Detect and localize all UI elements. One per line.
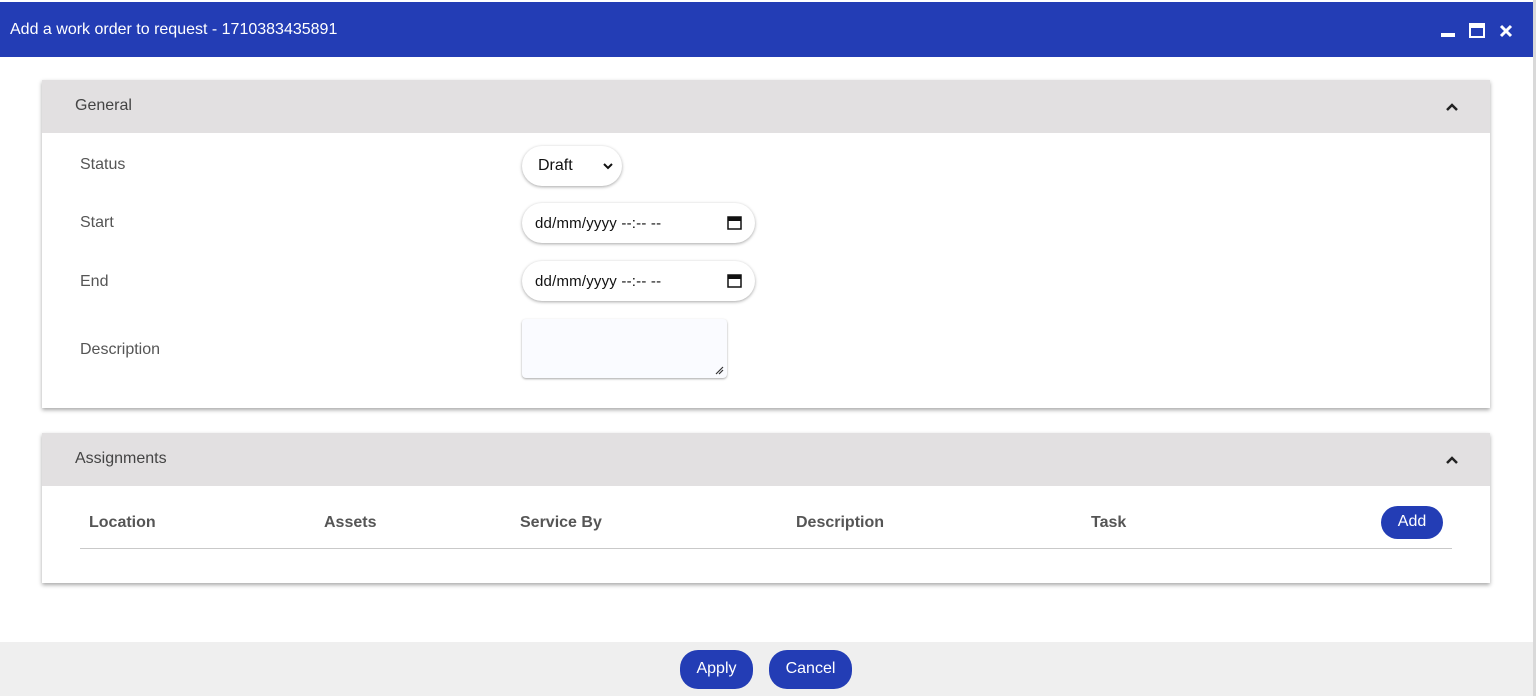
apply-button[interactable]: Apply bbox=[680, 650, 753, 689]
dialog-window: Add a work order to request - 1710383435… bbox=[0, 0, 1536, 696]
table-divider bbox=[80, 548, 1452, 549]
dialog-title: Add a work order to request - 1710383435… bbox=[10, 21, 338, 38]
assignments-panel-title: Assignments bbox=[75, 450, 167, 467]
general-panel-header[interactable]: General bbox=[42, 80, 1490, 133]
column-header-description: Description bbox=[796, 514, 885, 531]
end-datetime-placeholder: dd/mm/yyyy --:-- -- bbox=[535, 273, 662, 290]
column-header-location: Location bbox=[89, 514, 156, 531]
chevron-up-icon[interactable] bbox=[1444, 452, 1460, 468]
close-icon[interactable] bbox=[1497, 22, 1515, 40]
minimize-icon[interactable] bbox=[1439, 22, 1457, 40]
start-datetime-placeholder: dd/mm/yyyy --:-- -- bbox=[535, 215, 662, 232]
chevron-down-icon bbox=[603, 163, 613, 170]
general-panel: General Status Draft Start dd/mm/yyyy --… bbox=[42, 80, 1490, 408]
status-select-value: Draft bbox=[538, 157, 573, 174]
column-header-task: Task bbox=[1091, 514, 1127, 531]
assignments-table: Location Assets Service By Description T… bbox=[42, 486, 1490, 583]
status-select[interactable]: Draft bbox=[522, 146, 622, 186]
maximize-icon[interactable] bbox=[1468, 22, 1486, 40]
column-header-service-by: Service By bbox=[520, 514, 602, 531]
resize-grip-icon[interactable] bbox=[715, 366, 724, 375]
calendar-icon[interactable] bbox=[727, 273, 742, 288]
cancel-button[interactable]: Cancel bbox=[769, 650, 852, 689]
end-datetime-input[interactable]: dd/mm/yyyy --:-- -- bbox=[522, 261, 755, 301]
assignments-panel-header[interactable]: Assignments bbox=[42, 433, 1490, 486]
description-label: Description bbox=[80, 341, 161, 358]
start-label: Start bbox=[80, 214, 114, 231]
description-textarea[interactable] bbox=[522, 319, 727, 378]
start-datetime-input[interactable]: dd/mm/yyyy --:-- -- bbox=[522, 203, 755, 243]
column-header-assets: Assets bbox=[324, 514, 377, 531]
assignments-panel: Assignments Location Assets Service By D… bbox=[42, 433, 1490, 583]
chevron-up-icon[interactable] bbox=[1444, 99, 1460, 115]
general-panel-title: General bbox=[75, 97, 132, 114]
end-label: End bbox=[80, 273, 109, 290]
dialog-footer: Apply Cancel bbox=[0, 642, 1533, 696]
dialog-content: General Status Draft Start dd/mm/yyyy --… bbox=[0, 57, 1533, 642]
status-label: Status bbox=[80, 156, 126, 173]
title-bar[interactable]: Add a work order to request - 1710383435… bbox=[0, 2, 1533, 57]
calendar-icon[interactable] bbox=[727, 215, 742, 230]
add-assignment-button[interactable]: Add bbox=[1381, 506, 1443, 539]
